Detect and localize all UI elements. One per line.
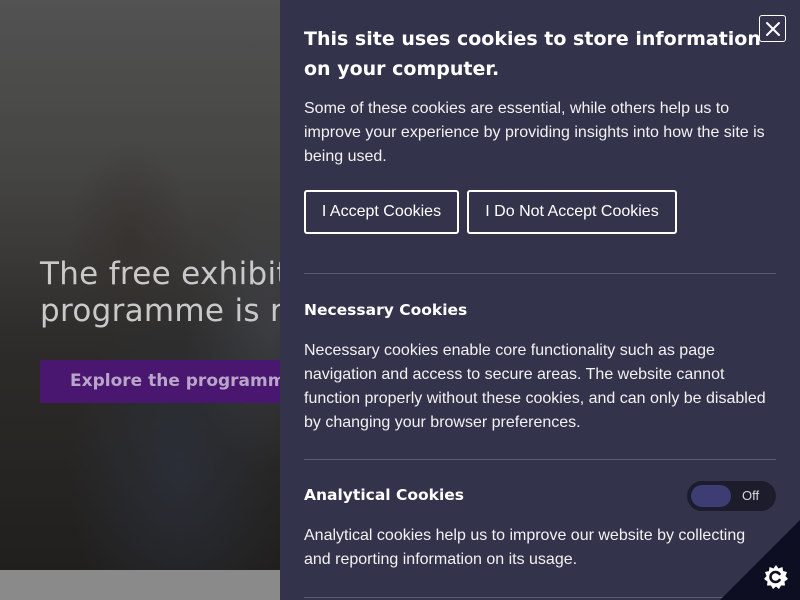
analytical-cookies-title: Analytical Cookies — [304, 486, 465, 504]
divider — [304, 273, 776, 274]
decline-cookies-button[interactable]: I Do Not Accept Cookies — [467, 190, 677, 234]
toggle-state-label: Off — [742, 488, 760, 503]
cookie-control-icon — [764, 565, 788, 589]
cookie-panel-title: This site uses cookies to store informat… — [304, 28, 761, 80]
accept-cookies-button[interactable]: I Accept Cookies — [304, 190, 459, 234]
divider — [304, 597, 776, 598]
analytical-cookies-toggle[interactable]: Off — [687, 481, 776, 511]
cookie-panel-intro: Some of these cookies are essential, whi… — [304, 100, 765, 165]
analytical-cookies-text: Analytical cookies help us to improve ou… — [304, 527, 746, 568]
close-icon — [765, 21, 780, 36]
toggle-knob — [691, 485, 731, 507]
divider — [304, 459, 776, 460]
cookie-panel: This site uses cookies to store informat… — [280, 0, 800, 600]
necessary-cookies-text: Necessary cookies enable core functional… — [304, 342, 766, 431]
necessary-cookies-title: Necessary Cookies — [304, 301, 468, 319]
